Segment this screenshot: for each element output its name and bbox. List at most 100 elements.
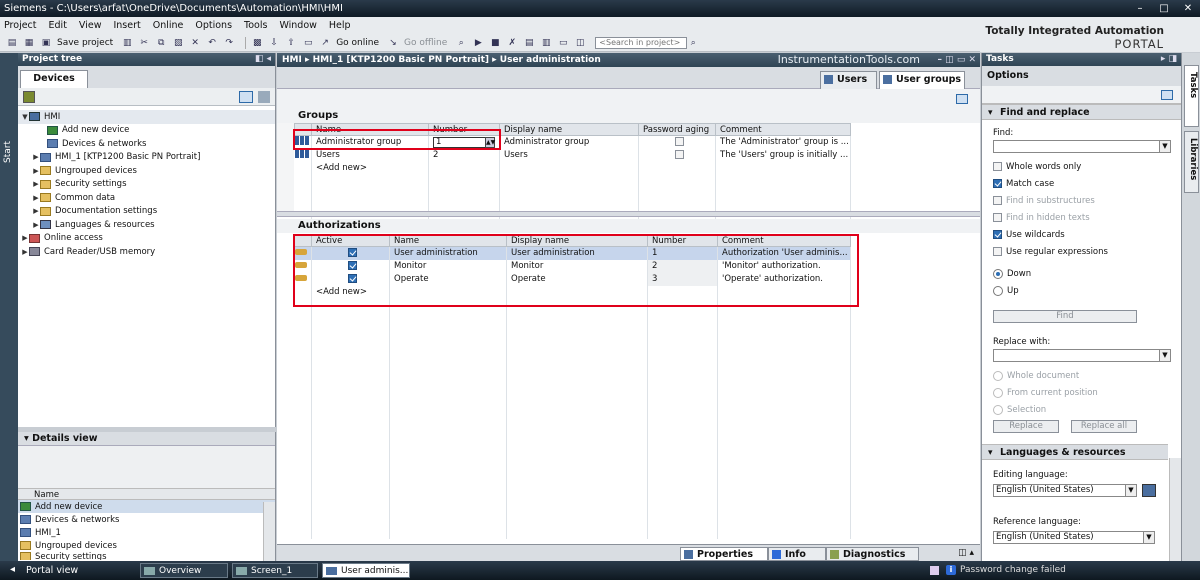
groups-col-number[interactable]: Number: [428, 123, 500, 136]
direction-down-option[interactable]: Down: [982, 265, 1181, 282]
auth-col-display-name[interactable]: Display name: [506, 234, 648, 247]
tab-users[interactable]: Users: [820, 71, 877, 89]
overview-table-icon[interactable]: [239, 91, 253, 103]
wildcards-checkbox[interactable]: [993, 230, 1002, 239]
taskbar-tab-screen[interactable]: Screen_1: [232, 563, 318, 578]
table-row[interactable]: <Add new>: [294, 161, 851, 175]
tree-item-hmi-1[interactable]: ▶ HMI_1 [KTP1200 Basic PN Portrait]: [18, 151, 275, 165]
details-item[interactable]: Security settings: [18, 552, 275, 560]
compile-icon[interactable]: ▩: [251, 37, 263, 49]
tree-item-ungrouped-devices[interactable]: ▶ Ungrouped devices: [18, 164, 275, 178]
chevron-right-icon[interactable]: ▶: [32, 221, 40, 229]
taskbar-tab-overview[interactable]: Overview: [140, 563, 228, 578]
save-project-icon[interactable]: ▣: [40, 37, 52, 49]
up-radio[interactable]: [993, 285, 1003, 296]
chevron-down-icon[interactable]: ▼: [1159, 350, 1170, 361]
undo-icon[interactable]: ↶: [206, 37, 218, 49]
table-row[interactable]: Monitor Monitor 2 'Monitor' authorizatio…: [294, 259, 851, 273]
auth-number-cell[interactable]: 3: [647, 272, 718, 286]
close-icon[interactable]: ✕: [1176, 0, 1200, 17]
whole-document-option[interactable]: Whole document: [982, 367, 1172, 384]
start-rail[interactable]: Start: [0, 53, 18, 561]
details-item[interactable]: Ungrouped devices: [18, 539, 275, 552]
save-project-button[interactable]: Save project: [57, 38, 113, 48]
group-display-cell[interactable]: Users: [499, 148, 639, 162]
download-icon[interactable]: ⇩: [268, 37, 280, 49]
tree-item-security-settings[interactable]: ▶ Security settings: [18, 178, 275, 192]
chevron-down-icon[interactable]: ▼: [1159, 141, 1170, 152]
sort-icon[interactable]: [258, 91, 270, 103]
authorizations-add-new[interactable]: <Add new>: [311, 285, 390, 299]
whole-words-checkbox[interactable]: [993, 162, 1002, 171]
languages-section[interactable]: Languages & resources: [982, 444, 1168, 461]
menu-insert[interactable]: Insert: [113, 20, 140, 31]
details-view-header[interactable]: ▾ Details view: [18, 432, 275, 446]
direction-up-option[interactable]: Up: [982, 282, 1181, 299]
collapse-panel-icon[interactable]: ▸ ◨: [1161, 53, 1177, 66]
groups-add-new[interactable]: <Add new>: [311, 161, 429, 175]
auth-display-cell[interactable]: Operate: [506, 272, 648, 286]
project-view-icon[interactable]: [23, 91, 35, 103]
chevron-right-icon[interactable]: ▶: [21, 234, 29, 242]
selection-radio[interactable]: [993, 404, 1003, 415]
side-tab-libraries[interactable]: Libraries: [1184, 131, 1199, 193]
tree-item-online-access[interactable]: ▶ Online access: [18, 232, 275, 246]
menu-edit[interactable]: Edit: [49, 20, 67, 31]
group-number-cell[interactable]: 1 ▲▼: [428, 135, 500, 149]
chevron-right-icon[interactable]: ▶: [32, 194, 40, 202]
cut-icon[interactable]: ✂: [138, 37, 150, 49]
chevron-down-icon[interactable]: ▼: [21, 113, 29, 121]
password-aging-checkbox[interactable]: [674, 137, 684, 147]
chevron-down-icon[interactable]: ▼: [1143, 532, 1154, 543]
go-offline-icon[interactable]: ↘: [387, 37, 399, 49]
auth-name-cell[interactable]: Monitor: [389, 259, 507, 273]
layout-icon[interactable]: [1161, 90, 1173, 100]
from-current-radio[interactable]: [993, 387, 1003, 398]
table-row[interactable]: Users 2 Users The 'Users' group is initi…: [294, 148, 851, 162]
tree-item-documentation-settings[interactable]: ▶ Documentation settings: [18, 205, 275, 219]
table-row[interactable]: <Add new>: [294, 285, 851, 299]
maximize-icon[interactable]: □: [1152, 0, 1176, 17]
find-replace-section[interactable]: Find and replace: [982, 104, 1181, 121]
tab-diagnostics[interactable]: Diagnostics: [826, 547, 919, 561]
auth-comment-cell[interactable]: 'Monitor' authorization.: [717, 259, 851, 273]
minimize-editor-icon[interactable]: ▭: [557, 37, 569, 49]
replace-combobox[interactable]: ▼: [993, 349, 1171, 362]
details-scrollbar[interactable]: [263, 502, 275, 561]
wildcards-option[interactable]: Use wildcards: [982, 226, 1181, 243]
menu-window[interactable]: Window: [279, 20, 316, 31]
minimize-icon[interactable]: –: [1128, 0, 1152, 17]
simulate-icon[interactable]: ▭: [302, 37, 314, 49]
groups-col-password-aging[interactable]: Password aging: [638, 123, 716, 136]
stepper-arrows-icon[interactable]: ▲▼: [485, 136, 495, 148]
editor-splitter[interactable]: [277, 211, 980, 217]
status-message[interactable]: Password change failed: [960, 565, 1066, 575]
menu-help[interactable]: Help: [329, 20, 351, 31]
auth-name-cell[interactable]: User administration: [389, 246, 507, 260]
chevron-right-icon[interactable]: ▶: [32, 180, 40, 188]
restore-editor-icon[interactable]: ◫: [574, 37, 586, 49]
print-icon[interactable]: ▥: [121, 37, 133, 49]
tree-item-hmi[interactable]: ▼ HMI: [18, 110, 275, 124]
chevron-down-icon[interactable]: ▼: [1125, 485, 1136, 496]
chevron-right-icon[interactable]: ▶: [32, 207, 40, 215]
replace-button[interactable]: Replace: [993, 420, 1059, 433]
tab-user-groups[interactable]: User groups: [879, 71, 965, 89]
password-aging-checkbox[interactable]: [674, 150, 684, 159]
active-checkbox[interactable]: [348, 248, 357, 258]
auth-col-name[interactable]: Name: [389, 234, 507, 247]
replace-all-button[interactable]: Replace all: [1071, 420, 1137, 433]
tasks-scrollbar[interactable]: [1169, 458, 1181, 561]
group-comment-cell[interactable]: The 'Administrator' group is ...: [715, 135, 851, 149]
paste-icon[interactable]: ▧: [172, 37, 184, 49]
group-display-cell[interactable]: Administrator group: [499, 135, 639, 149]
hidden-texts-checkbox[interactable]: [993, 213, 1002, 222]
tree-item-devices-networks[interactable]: Devices & networks: [18, 137, 275, 151]
active-checkbox[interactable]: [348, 274, 357, 283]
search-input[interactable]: [595, 36, 688, 49]
menu-view[interactable]: View: [79, 20, 102, 31]
find-combobox[interactable]: ▼: [993, 140, 1171, 153]
menu-options[interactable]: Options: [195, 20, 232, 31]
redo-icon[interactable]: ↷: [223, 37, 235, 49]
menu-project[interactable]: Project: [4, 20, 37, 31]
